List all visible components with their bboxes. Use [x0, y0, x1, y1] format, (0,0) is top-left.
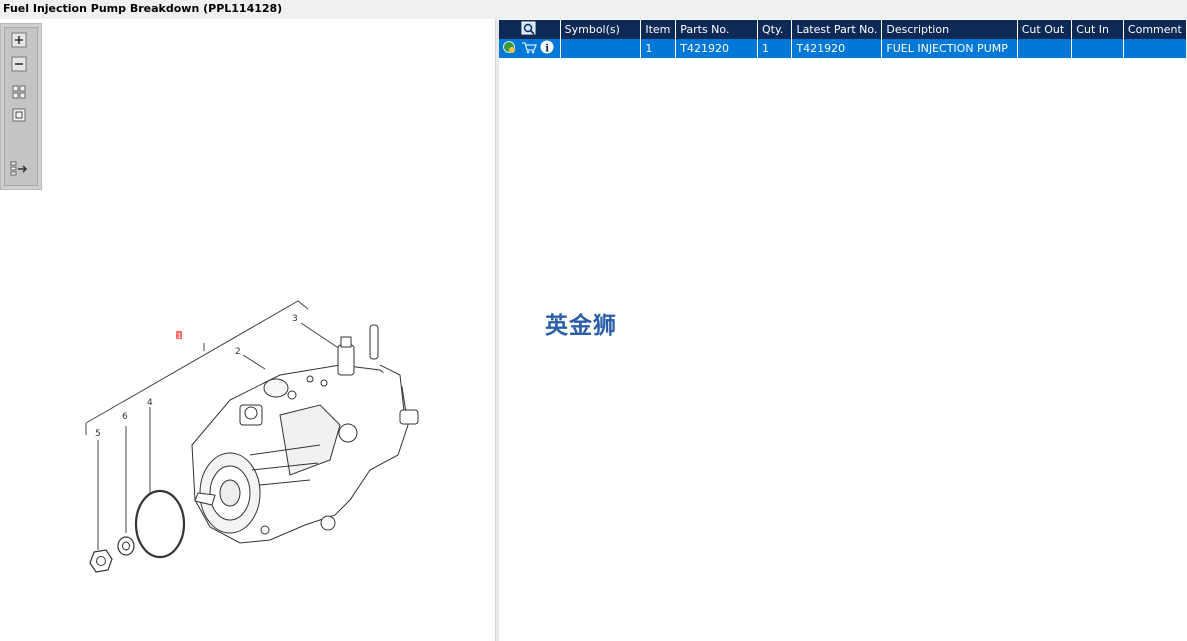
column-header-qty[interactable]: Qty. [757, 20, 793, 39]
export-list-button[interactable] [10, 160, 28, 178]
svg-text:i: i [545, 44, 549, 55]
column-header-item[interactable]: Item [640, 20, 677, 39]
zoom-in-icon [11, 32, 27, 48]
cart-icon[interactable] [522, 42, 537, 54]
fit-window-button[interactable] [10, 106, 28, 124]
fit-window-icon [12, 108, 26, 122]
cell-description: FUEL INJECTION PUMP [881, 39, 1018, 58]
info-icon[interactable]: i [540, 40, 554, 55]
cell-item: 1 [640, 39, 677, 58]
pump-body[interactable] [191, 324, 419, 544]
row-icons-cell: i [499, 39, 561, 58]
cell-cut-in [1071, 39, 1124, 58]
table-header-row: Symbol(s) Item Parts No. Qty. Latest Par… [499, 20, 1187, 39]
cell-comment [1123, 39, 1187, 58]
parts-table: Symbol(s) Item Parts No. Qty. Latest Par… [499, 20, 1187, 58]
zoom-out-button[interactable] [10, 55, 28, 73]
column-header-parts-no[interactable]: Parts No. [675, 20, 758, 39]
callout-2[interactable]: 2 [235, 347, 241, 357]
column-header-description[interactable]: Description [881, 20, 1018, 39]
callout-1: 1 [177, 332, 181, 340]
export-list-icon [10, 161, 28, 176]
zoom-out-icon [11, 56, 27, 72]
search-icon [521, 21, 536, 35]
globe-icon[interactable] [503, 41, 516, 54]
column-header-symbols[interactable]: Symbol(s) [560, 20, 642, 39]
cell-latest-part-no: T421920 [791, 39, 883, 58]
callout-6[interactable]: 6 [122, 412, 128, 422]
fit-all-button[interactable] [10, 83, 28, 101]
table-row[interactable]: i 1 T421920 1 T421920 FUEL INJECTION PUM… [499, 39, 1187, 58]
column-header-cut-out[interactable]: Cut Out [1017, 20, 1073, 39]
window-title-bar: Fuel Injection Pump Breakdown (PPL114128… [0, 0, 1187, 19]
callout-5[interactable]: 5 [95, 429, 101, 439]
cell-parts-no: T421920 [675, 39, 758, 58]
fuel-injection-pump-drawing[interactable]: 1 2 3 4 5 6 [80, 295, 430, 585]
window-title: Fuel Injection Pump Breakdown (PPL114128… [3, 2, 283, 15]
zoom-in-button[interactable] [10, 31, 28, 49]
washer-part[interactable] [117, 536, 135, 556]
cell-cut-out [1017, 39, 1073, 58]
watermark: 英金狮 [545, 313, 617, 339]
zoom-toolbar [0, 23, 42, 190]
column-header-comment[interactable]: Comment [1123, 20, 1187, 39]
nut-part[interactable] [89, 549, 113, 573]
cell-symbols [560, 39, 642, 58]
column-header-cut-in[interactable]: Cut In [1071, 20, 1124, 39]
callout-4[interactable]: 4 [147, 398, 153, 408]
column-search[interactable] [499, 20, 561, 39]
callout-3[interactable]: 3 [292, 314, 298, 324]
column-header-latest-part-no[interactable]: Latest Part No. [791, 20, 883, 39]
cell-qty: 1 [757, 39, 793, 58]
fit-all-icon [12, 85, 26, 99]
o-ring-part[interactable] [134, 489, 186, 559]
